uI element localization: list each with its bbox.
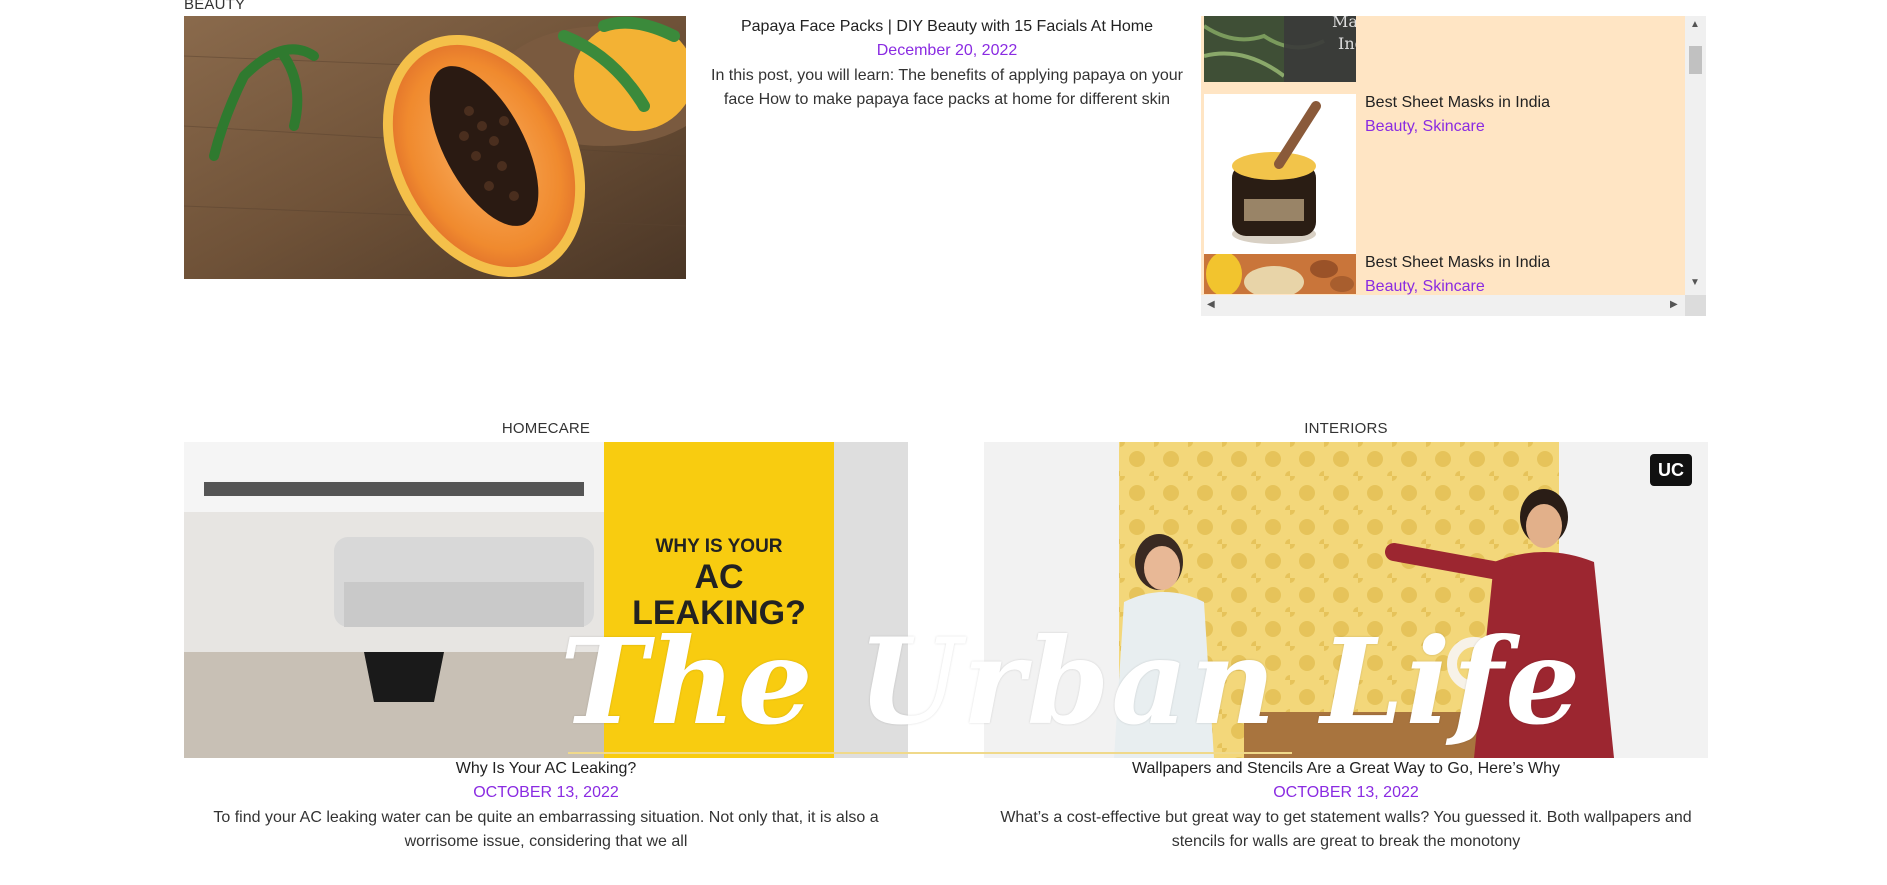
scroll-left-arrow[interactable]: ◀	[1207, 300, 1215, 310]
section-label-interiors: INTERIORS	[1304, 420, 1388, 437]
papaya-post-date: December 20, 2022	[876, 42, 1018, 59]
logo-underline	[568, 752, 1292, 754]
wallpaper-post-excerpt: What’s a cost-effective but great way to…	[984, 806, 1708, 854]
sidebar-item-1-categories: Beauty, Skincare	[1365, 118, 1485, 136]
sidebar-item-1-title[interactable]: Best Sheet Masks in India	[1365, 94, 1550, 112]
papaya-post-excerpt: In this post, you will learn: The benefi…	[700, 64, 1194, 112]
sidebar-item-2-title[interactable]: Best Sheet Masks in India	[1365, 254, 1550, 272]
wallpaper-excerpt-line-1: What’s a cost-effective but great way to…	[1000, 809, 1692, 826]
the-urban-life-logo-overlay: The Urban Life	[560, 612, 1583, 751]
sidebar-item-1-cat-skincare[interactable]: Skincare	[1423, 118, 1485, 135]
scroll-up-arrow[interactable]: ▲	[1690, 20, 1700, 30]
papaya-post-image[interactable]	[184, 16, 686, 279]
sidebar-top-thumb[interactable]: Mask Ind	[1204, 16, 1356, 82]
ac-leaking-post-excerpt: To find your AC leaking water can be qui…	[184, 806, 908, 854]
papaya-excerpt-line-1: In this post, you will learn: The benefi…	[711, 67, 1183, 84]
ac-excerpt-line-1: To find your AC leaking water can be qui…	[213, 809, 879, 826]
face-cream-jar-graphic	[1232, 101, 1321, 244]
scroll-down-arrow[interactable]: ▼	[1690, 278, 1700, 288]
papaya-post-title[interactable]: Papaya Face Packs | DIY Beauty with 15 F…	[700, 18, 1194, 36]
ac-excerpt-line-2: worrisome issue, considering that we all	[404, 833, 688, 850]
sidebar-item-1-thumb[interactable]	[1204, 94, 1356, 254]
sidebar-item-1-cat-beauty[interactable]: Beauty	[1365, 118, 1414, 135]
section-label-homecare: HOMECARE	[501, 420, 591, 437]
ac-leaking-post-date: OCTOBER 13, 2022	[473, 784, 619, 801]
beauty-sidebar-scroll-panel[interactable]: Mask Ind Best Sheet Masks in India Beaut…	[1201, 16, 1685, 295]
scrollbar-corner	[1685, 295, 1706, 316]
wallpaper-excerpt-line-2: stencils for walls are great to break th…	[1171, 833, 1521, 850]
uc-badge: UC	[1650, 454, 1692, 486]
sidebar-item-2-cat-skincare[interactable]: Skincare	[1423, 278, 1485, 295]
vertical-scroll-thumb[interactable]	[1689, 46, 1702, 74]
sidebar-item-2-categories: Beauty, Skincare	[1365, 278, 1485, 295]
ac-leaking-post-title[interactable]: Why Is Your AC Leaking?	[184, 760, 908, 778]
scroll-right-arrow[interactable]: ▶	[1670, 300, 1678, 310]
ac-image-text-line-1: WHY IS YOUR	[655, 536, 783, 557]
sidebar-item-2-cat-separator: ,	[1413, 278, 1423, 295]
section-label-beauty: BEAUTY	[184, 0, 246, 13]
wallpaper-post-date: OCTOBER 13, 2022	[1273, 784, 1419, 801]
sidebar-item-2-thumb[interactable]	[1204, 254, 1356, 294]
ac-image-text-line-2: AC	[694, 558, 744, 596]
papaya-excerpt-line-2: face How to make papaya face packs at ho…	[723, 91, 1171, 108]
papaya-image-graphic	[184, 16, 686, 279]
almond-thumb-graphic	[1204, 254, 1356, 294]
sidebar-vertical-scrollbar[interactable]: ▲ ▼	[1685, 16, 1706, 295]
sidebar-horizontal-scrollbar-track[interactable]: ◀ ▶	[1201, 295, 1685, 316]
wallpaper-post-title[interactable]: Wallpapers and Stencils Are a Great Way …	[984, 760, 1708, 778]
sidebar-item-1-cat-separator: ,	[1413, 118, 1423, 135]
sidebar-top-thumb-text-2: Ind	[1338, 34, 1356, 53]
sidebar-top-thumb-text-1: Mask	[1332, 16, 1356, 31]
sidebar-item-2-cat-beauty[interactable]: Beauty	[1365, 278, 1414, 295]
